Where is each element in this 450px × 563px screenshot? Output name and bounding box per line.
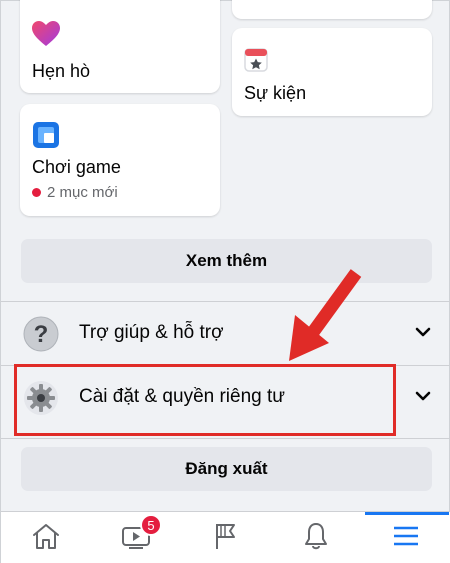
menu-screen: Hẹn hò Sự kiện Chơi game 2 mục mới Xem t… [0, 0, 450, 563]
annotation-arrow-icon [281, 263, 381, 368]
tab-watch[interactable] [91, 512, 181, 563]
shortcut-label-dating: Hẹn hò [32, 61, 91, 81]
pages-flag-icon [213, 521, 239, 556]
notifications-bell-icon [303, 521, 329, 556]
new-items-text: 2 mục mới [47, 184, 118, 201]
section-divider [1, 301, 450, 302]
shortcut-label-events: Sự kiện [244, 83, 307, 103]
logout-button[interactable]: Đăng xuất [21, 447, 432, 491]
section-divider [1, 438, 450, 439]
new-dot-icon [32, 188, 41, 197]
tab-pages[interactable] [181, 512, 271, 563]
active-tab-indicator [365, 512, 449, 515]
shortcut-card-gaming[interactable]: Chơi game 2 mục mới [20, 104, 220, 216]
watch-notification-badge: 5 [140, 514, 162, 536]
help-support-row[interactable]: ? Trợ giúp & hỗ trợ [1, 303, 450, 363]
chevron-down-icon [415, 388, 431, 406]
shortcut-card-dating[interactable]: Hẹn hò [20, 0, 220, 93]
home-icon [31, 522, 61, 555]
help-support-label: Trợ giúp & hỗ trợ [79, 322, 224, 343]
svg-text:?: ? [34, 321, 49, 348]
tab-menu[interactable] [361, 512, 450, 563]
shortcut-label-gaming: Chơi game [32, 157, 121, 177]
tab-notifications[interactable] [271, 512, 361, 563]
highlight-box [14, 364, 396, 436]
menu-hamburger-icon [392, 524, 420, 553]
tab-home[interactable] [1, 512, 91, 563]
gaming-icon [33, 122, 59, 153]
chevron-down-icon [415, 324, 431, 342]
new-items-indicator: 2 mục mới [32, 184, 118, 201]
shortcut-card-partial[interactable] [232, 0, 432, 19]
dating-heart-icon [32, 21, 60, 52]
question-icon: ? [23, 316, 59, 357]
calendar-star-icon [244, 46, 268, 77]
shortcut-card-events[interactable]: Sự kiện [232, 28, 432, 116]
bottom-tab-bar [1, 511, 450, 563]
